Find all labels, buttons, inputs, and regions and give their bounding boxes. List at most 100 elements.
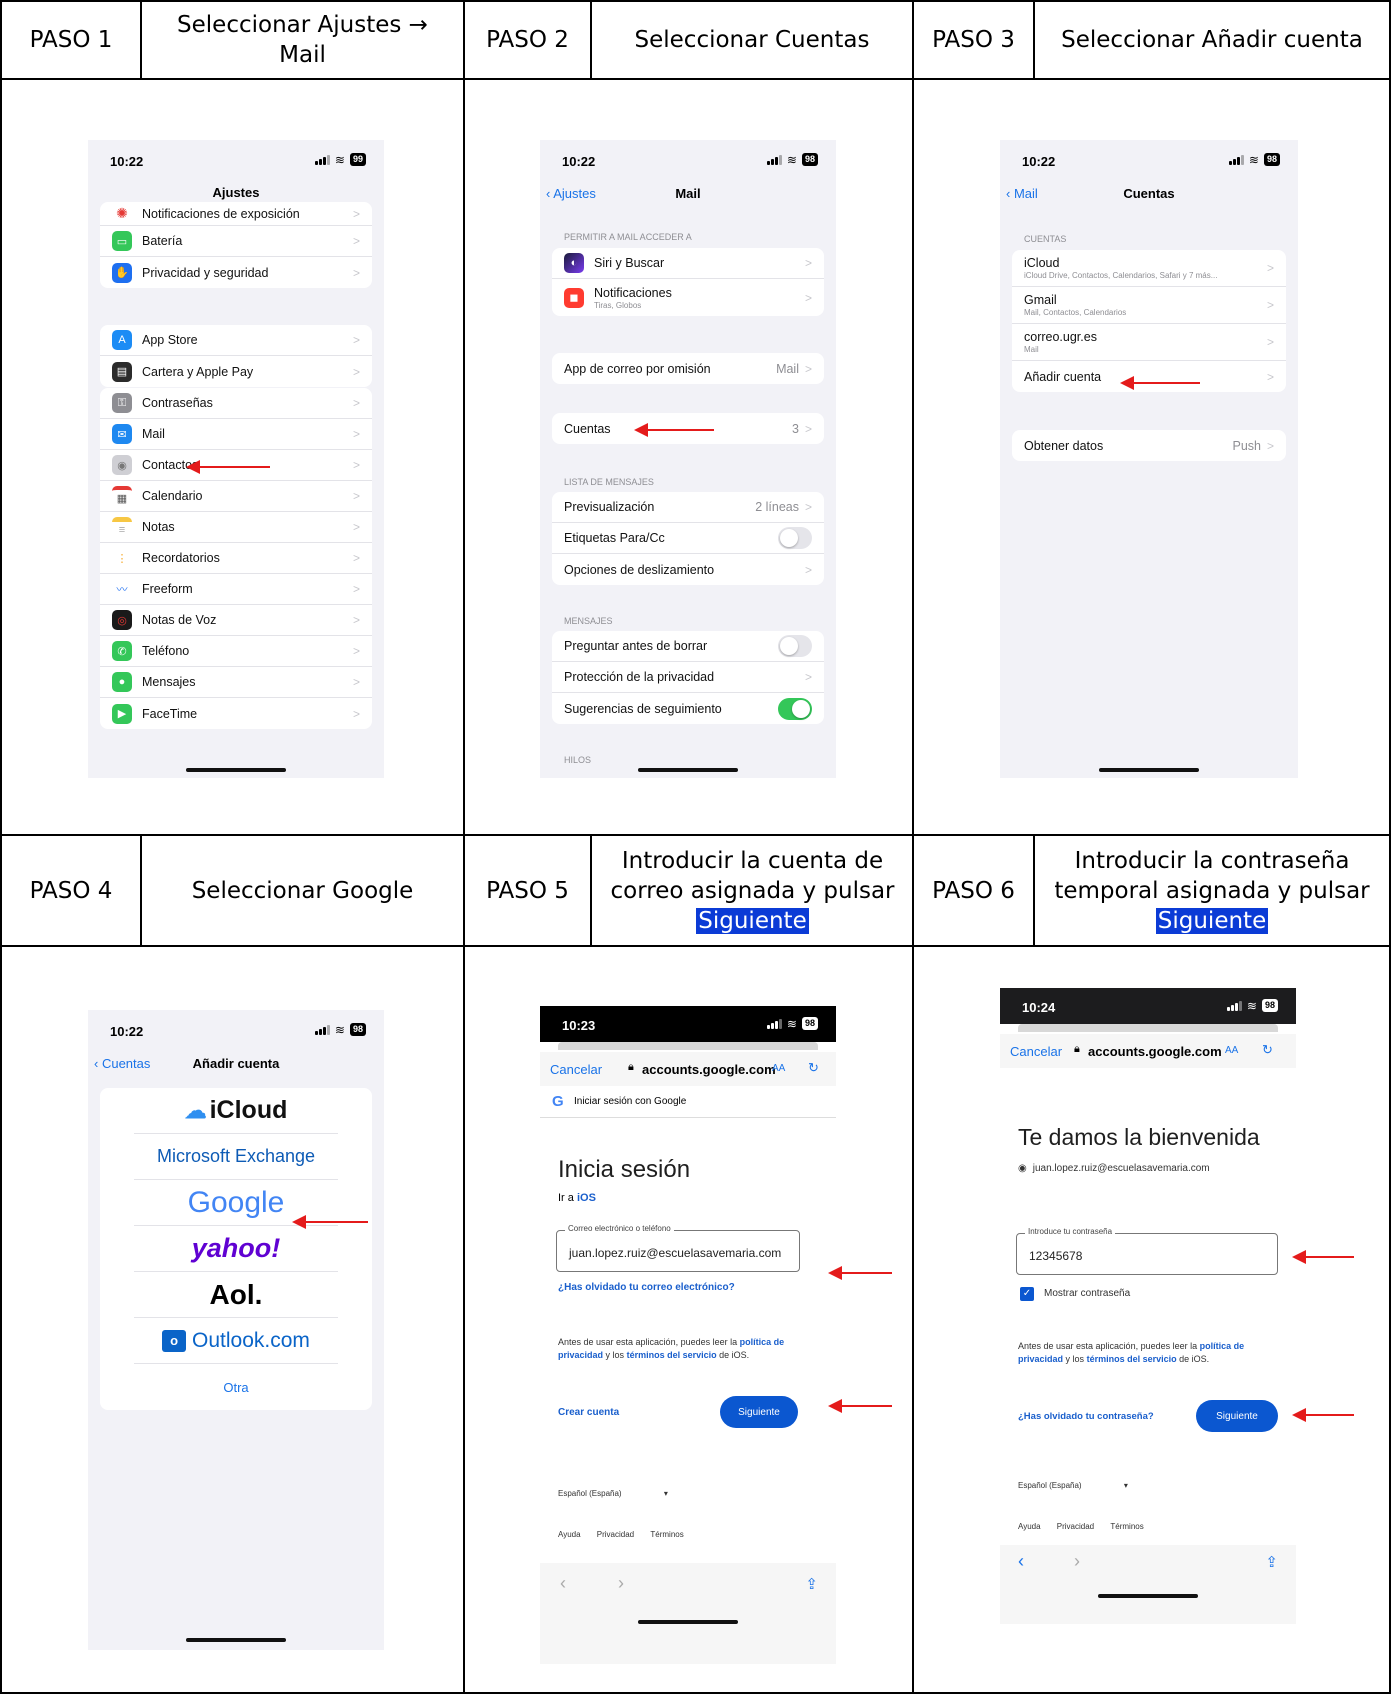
- url-text: accounts.google.com: [1088, 1044, 1222, 1059]
- signal-icon: [766, 154, 782, 165]
- terms-link[interactable]: términos del servicio: [1087, 1354, 1177, 1364]
- settings-row[interactable]: ◎ Notas de Voz >: [100, 605, 372, 636]
- email-field[interactable]: Correo electrónico o teléfono juan.lopez…: [556, 1224, 800, 1272]
- footer-terms[interactable]: Términos: [1110, 1522, 1143, 1531]
- ask-delete-row[interactable]: Preguntar antes de borrar: [552, 631, 824, 662]
- ios-link[interactable]: iOS: [577, 1192, 596, 1204]
- settings-row[interactable]: ⚿ Contraseñas >: [100, 388, 372, 419]
- settings-row[interactable]: ▦ Calendario >: [100, 481, 372, 512]
- preview-row[interactable]: Previsualización 2 líneas >: [552, 492, 824, 523]
- settings-row[interactable]: ✋ Privacidad y seguridad >: [100, 257, 372, 288]
- settings-row[interactable]: ✆ Teléfono >: [100, 636, 372, 667]
- goto-line: Ir a iOS: [558, 1192, 596, 1204]
- terms-link[interactable]: términos del servicio: [627, 1350, 717, 1360]
- phone-icon: ✆: [112, 641, 132, 661]
- step-1-label: PASO 1: [29, 27, 113, 53]
- forward-arrow-icon[interactable]: ›: [618, 1573, 624, 1594]
- legal-text: Antes de usar esta aplicación, puedes le…: [558, 1337, 785, 1360]
- show-password-checkbox[interactable]: ✓ Mostrar contraseña: [1020, 1287, 1130, 1301]
- siri-row[interactable]: ◐ Siri y Buscar >: [552, 248, 824, 279]
- provider-icloud[interactable]: ☁ iCloud: [134, 1088, 338, 1134]
- cancel-button[interactable]: Cancelar: [550, 1062, 602, 1077]
- forward-arrow-icon[interactable]: ›: [1074, 1551, 1080, 1572]
- google-signin-header: G Iniciar sesión con Google: [540, 1086, 836, 1118]
- step-1-title: Seleccionar Ajustes → Mail: [177, 12, 428, 68]
- footer-terms[interactable]: Términos: [650, 1530, 683, 1539]
- wifi-icon: ≋: [334, 152, 345, 167]
- cancel-button[interactable]: Cancelar: [1010, 1044, 1062, 1059]
- next-button[interactable]: Siguiente: [1196, 1400, 1278, 1432]
- accounts-list: iCloud iCloud Drive, Contactos, Calendari…: [1012, 250, 1286, 392]
- reload-icon[interactable]: ↻: [1262, 1042, 1273, 1058]
- checkbox-icon: ✓: [1020, 1287, 1034, 1301]
- settings-row[interactable]: ⋮ Recordatorios >: [100, 543, 372, 574]
- settings-row[interactable]: 〰 Freeform >: [100, 574, 372, 605]
- password-field[interactable]: Introduce tu contraseña 12345678: [1016, 1227, 1278, 1275]
- settings-row[interactable]: A App Store >: [100, 325, 372, 356]
- provider-aol[interactable]: Aol.: [134, 1272, 338, 1318]
- reload-icon[interactable]: ↻: [808, 1060, 819, 1076]
- account-row[interactable]: correo.ugr.es Mail >: [1012, 324, 1286, 361]
- footer-privacy[interactable]: Privacidad: [597, 1530, 634, 1539]
- phone-settings: 10:22 ≋ 99 Ajustes ✺ Notificaciones de exp…: [88, 140, 384, 778]
- privacy-row[interactable]: Protección de la privacidad >: [552, 662, 824, 693]
- nav-bar: ‹ Cuentas Añadir cuenta: [88, 1050, 384, 1078]
- text-size-button[interactable]: AA: [1225, 1045, 1238, 1056]
- provider-other[interactable]: Otra: [134, 1364, 338, 1410]
- back-arrow-icon[interactable]: ‹: [1018, 1551, 1024, 1572]
- language-selector[interactable]: Español (España) ▾: [1018, 1481, 1128, 1490]
- language-selector[interactable]: Español (España) ▾: [558, 1489, 668, 1498]
- footer-privacy[interactable]: Privacidad: [1057, 1522, 1094, 1531]
- followup-row[interactable]: Sugerencias de seguimiento: [552, 693, 824, 724]
- back-arrow-icon[interactable]: ‹: [560, 1573, 566, 1594]
- provider-outlook[interactable]: o Outlook.com: [134, 1318, 338, 1364]
- step-6-label: PASO 6: [932, 877, 1015, 904]
- settings-row[interactable]: ▶ FaceTime >: [100, 698, 372, 729]
- tags-row[interactable]: Etiquetas Para/Cc: [552, 523, 824, 554]
- share-icon[interactable]: ⇪: [805, 1575, 818, 1593]
- step-5-title-text: Introducir la cuenta de correo asignada …: [610, 847, 895, 904]
- browser-url-bar: Cancelar 🔒︎ accounts.google.com AA ↻: [1000, 1034, 1296, 1068]
- wifi-icon: ≋: [786, 152, 797, 167]
- footer-help[interactable]: Ayuda: [1018, 1522, 1041, 1531]
- provider-yahoo[interactable]: yahoo!: [134, 1226, 338, 1272]
- footer-help[interactable]: Ayuda: [558, 1530, 581, 1539]
- create-account-link[interactable]: Crear cuenta: [558, 1407, 619, 1418]
- fetch-row[interactable]: Obtener datos Push >: [1012, 430, 1286, 461]
- share-icon[interactable]: ⇪: [1265, 1553, 1278, 1571]
- label-sep-6: [1033, 834, 1035, 947]
- red-arrow: [1120, 376, 1200, 390]
- text-size-button[interactable]: AA: [772, 1063, 785, 1074]
- settings-row[interactable]: ▭ Batería >: [100, 226, 372, 257]
- settings-row[interactable]: ≡ Notas >: [100, 512, 372, 543]
- default-app-group: App de correo por omisión Mail >: [552, 353, 824, 384]
- forgot-password-link[interactable]: ¿Has olvidado tu contraseña?: [1018, 1411, 1154, 1422]
- browser-toolbar: ‹ › ⇪: [1000, 1545, 1296, 1624]
- forgot-email-link[interactable]: ¿Has olvidado tu correo electrónico?: [558, 1282, 735, 1293]
- ask-delete-toggle[interactable]: [778, 635, 812, 657]
- notifications-row[interactable]: ◼ Notificaciones Tiras, Globos >: [552, 279, 824, 316]
- settings-row-mail[interactable]: ✉ Mail >: [100, 419, 372, 450]
- account-row[interactable]: iCloud iCloud Drive, Contactos, Calendari…: [1012, 250, 1286, 287]
- status-time: 10:22: [110, 1024, 144, 1039]
- settings-row[interactable]: ● Mensajes >: [100, 667, 372, 698]
- account-row[interactable]: Gmail Mail, Contactos, Calendarios >: [1012, 287, 1286, 324]
- swipe-row[interactable]: Opciones de deslizamiento >: [552, 554, 824, 585]
- status-time: 10:22: [1022, 154, 1056, 169]
- settings-row[interactable]: ✺ Notificaciones de exposición >: [100, 202, 372, 226]
- default-app-row[interactable]: App de correo por omisión Mail >: [552, 353, 824, 384]
- battery-icon: 98: [1263, 153, 1280, 166]
- tags-toggle[interactable]: [778, 527, 812, 549]
- browser-toolbar: ‹ › ⇪: [540, 1563, 836, 1664]
- settings-group-3: ⚿ Contraseñas > ✉ Mail > ◉ Contactos > ▦ Calend…: [100, 388, 372, 729]
- phone-google-signin: 10:23 ≋ 98 Cancelar 🔒︎ accounts.google.co…: [540, 1006, 836, 1664]
- notifications-icon: ◼: [564, 287, 584, 308]
- settings-row[interactable]: ▤ Cartera y Apple Pay >: [100, 356, 372, 387]
- next-button[interactable]: Siguiente: [720, 1396, 798, 1428]
- signin-header-text: Iniciar sesión con Google: [574, 1096, 687, 1107]
- step-3-label: PASO 3: [932, 27, 1015, 53]
- followup-toggle[interactable]: [778, 697, 812, 720]
- provider-exchange[interactable]: Microsoft Exchange: [134, 1134, 338, 1180]
- battery-icon: 99: [349, 153, 366, 166]
- lock-icon: 🔒︎: [628, 1061, 634, 1073]
